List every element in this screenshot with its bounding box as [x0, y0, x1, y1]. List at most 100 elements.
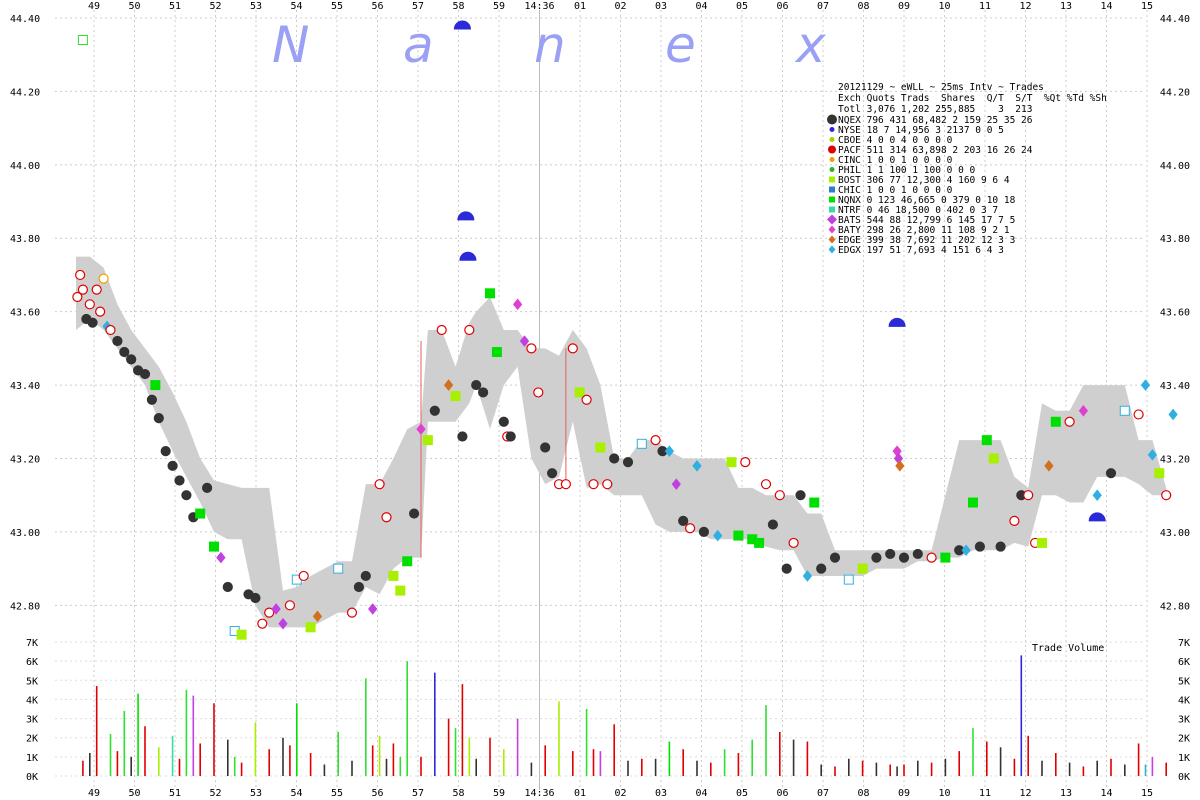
y-tick-label: 43.40 — [1160, 381, 1190, 392]
trade-print-square — [574, 387, 585, 398]
x-tick-label: 57 — [412, 788, 424, 799]
volume-tick-label: 7K — [26, 638, 38, 649]
trade-print-circle — [298, 570, 309, 582]
volume-bar — [641, 758, 643, 776]
volume-bar — [158, 747, 160, 776]
volume-bar — [544, 745, 546, 776]
volume-bar — [192, 695, 195, 776]
x-tick-label: 59 — [493, 1, 505, 12]
volume-bar — [1165, 762, 1167, 776]
volume-bar — [834, 766, 836, 776]
x-tick-label: 14 — [1100, 1, 1112, 12]
trade-print-circle — [912, 548, 923, 560]
trade-print-circle — [181, 490, 192, 501]
y-tick-label: 43.80 — [10, 234, 40, 245]
watermark-letter: a — [403, 16, 434, 74]
y-tick-label: 43.60 — [1160, 308, 1190, 319]
trade-print-circle — [409, 508, 420, 519]
trade-print-circle — [77, 284, 89, 295]
y-tick-label: 44.20 — [1160, 87, 1190, 98]
x-tick-label: 03 — [655, 788, 667, 799]
x-tick-label: 53 — [250, 1, 262, 12]
volume-bar — [1020, 655, 1023, 776]
y-tick-label: 43.80 — [1160, 234, 1190, 245]
volume-bar — [282, 737, 284, 776]
volume-bar — [116, 751, 119, 776]
volume-bar — [82, 760, 84, 776]
stats-total-row: Totl 3,076 1,202 255,885 3 213 — [838, 104, 1032, 115]
trade-print-circle — [588, 479, 599, 490]
volume-bar — [392, 743, 395, 776]
trade-print-circle — [139, 368, 151, 380]
volume-bar — [972, 728, 974, 776]
volume-bar — [1110, 758, 1112, 776]
volume-bar — [447, 718, 450, 776]
volume-bar — [461, 684, 464, 776]
volume-bar — [199, 743, 201, 776]
trade-print-square — [485, 288, 495, 299]
trade-print-circle — [160, 446, 171, 457]
trade-print-circle — [533, 387, 544, 398]
volume-bar — [930, 762, 933, 776]
x-tick-label: 50 — [128, 788, 140, 799]
trade-print-circle — [684, 523, 696, 534]
trade-print-square — [809, 497, 820, 508]
volume-tick-label: 0K — [1178, 772, 1190, 783]
legend-marker — [829, 127, 835, 132]
legend-marker — [829, 167, 835, 172]
x-tick-label: 58 — [452, 1, 464, 12]
x-tick-label: 11 — [979, 1, 991, 12]
x-tick-label: 12 — [1019, 1, 1031, 12]
volume-tick-label: 2K — [1178, 734, 1190, 745]
trade-print-circle — [1023, 490, 1034, 501]
volume-bar — [585, 709, 588, 776]
x-tick-label: 04 — [695, 1, 707, 12]
trade-print-circle — [257, 618, 268, 629]
trade-print-square — [733, 530, 744, 541]
trade-print-circle — [353, 581, 364, 593]
trade-print-square — [754, 537, 765, 548]
legend-marker — [829, 176, 835, 183]
trade-print-circle — [119, 346, 130, 358]
trade-print-circle — [202, 482, 213, 493]
volume-bar — [227, 739, 229, 776]
y-tick-label: 43.20 — [1160, 454, 1190, 465]
volume-bar — [309, 753, 312, 776]
trade-print-circle — [284, 600, 295, 611]
trade-print-square — [395, 585, 406, 596]
volume-bar — [233, 756, 236, 776]
volume-bar — [820, 764, 822, 776]
trade-print-square — [726, 457, 737, 468]
y-tick-label: 42.80 — [1160, 601, 1190, 612]
watermark-letter: x — [794, 16, 826, 74]
x-tick-label: 01 — [574, 788, 586, 799]
volume-bar — [475, 758, 477, 776]
volume-bar — [1013, 758, 1016, 776]
x-tick-label: 54 — [290, 788, 302, 799]
nanex-chart: Na n e x 49 49 50 50 51 51 52 52 53 53 54 54 55 55 56 56 57… — [0, 0, 1200, 800]
trade-print-circle — [540, 442, 551, 453]
trade-print-circle — [87, 317, 98, 328]
trade-print-circle — [457, 431, 468, 442]
volume-bar — [178, 758, 181, 776]
volume-bar — [668, 741, 671, 776]
trade-print-circle — [622, 457, 634, 468]
volume-bar — [371, 745, 374, 776]
y-tick-label: 44.00 — [1160, 161, 1190, 172]
x-tick-label: 09 — [898, 788, 910, 799]
x-tick-label: 11 — [979, 788, 991, 799]
volume-bar — [385, 758, 388, 776]
volume-tick-label: 0K — [26, 772, 38, 783]
volume-bar — [986, 741, 988, 776]
trade-print-circle — [1133, 409, 1144, 420]
y-tick-label: 44.40 — [10, 14, 40, 25]
trade-print-square — [195, 508, 206, 519]
x-tick-label: 55 — [331, 1, 343, 12]
volume-bar — [434, 672, 436, 776]
trade-print-circle — [464, 324, 475, 336]
volume-bar — [1055, 753, 1057, 776]
volume-bar — [516, 718, 519, 776]
stats-row: EDGX 197 51 7,693 4 151 6 4 3 — [838, 245, 1004, 256]
x-tick-label: 49 — [88, 788, 100, 799]
trade-print-square — [305, 622, 316, 633]
